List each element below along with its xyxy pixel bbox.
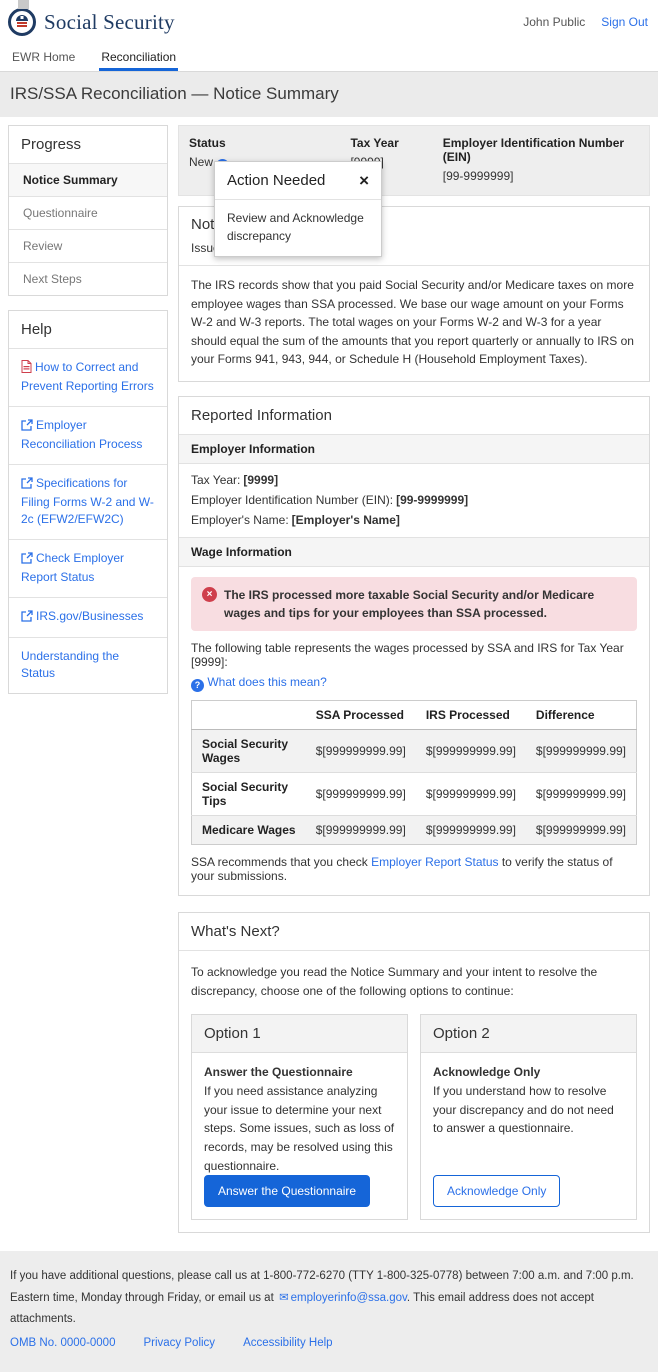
- answer-questionnaire-button[interactable]: Answer the Questionnaire: [204, 1175, 370, 1207]
- sidebar-item-next-steps[interactable]: Next Steps: [9, 262, 167, 295]
- popup-body: Review and Acknowledge discrepancy: [215, 200, 381, 256]
- footer-links: OMB No. 0000-0000 Privacy Policy Accessi…: [10, 1333, 648, 1354]
- col-irs-processed: IRS Processed: [416, 700, 526, 729]
- reported-heading: Reported Information: [179, 397, 649, 434]
- help-card: Help How to Correct and Prevent Reportin…: [8, 310, 168, 694]
- footer-contact-line: If you have additional questions, please…: [10, 1266, 648, 1329]
- help-link-correct-prevent[interactable]: How to Correct and Prevent Reporting Err…: [9, 348, 167, 406]
- whats-next-heading: What's Next?: [179, 913, 649, 951]
- main-column: Status New ? Tax Year [9999] Employer Id…: [178, 125, 650, 1233]
- employer-report-status-link[interactable]: Employer Report Status: [371, 855, 498, 869]
- wage-information-body: × The IRS processed more taxable Social …: [179, 567, 649, 895]
- ein-value: [99-9999999]: [443, 169, 639, 183]
- tax-year-label: Tax Year: [350, 136, 442, 150]
- status-label: Status: [189, 136, 350, 150]
- col-ssa-processed: SSA Processed: [306, 700, 416, 729]
- field-ein: Employer Identification Number (EIN):[99…: [191, 493, 637, 507]
- user-name: John Public: [523, 15, 585, 29]
- discrepancy-alert: × The IRS processed more taxable Social …: [191, 577, 637, 631]
- question-icon: ?: [191, 679, 204, 692]
- help-link-reconciliation-process[interactable]: Employer Reconciliation Process: [9, 406, 167, 464]
- option-1-card: Option 1 Answer the Questionnaire If you…: [191, 1014, 408, 1220]
- option-2-title: Option 2: [421, 1015, 636, 1053]
- ein-label: Employer Identification Number (EIN): [443, 136, 639, 164]
- reported-information-card: Reported Information Employer Informatio…: [178, 396, 650, 896]
- table-help-line: ? What does this mean?: [191, 675, 637, 692]
- privacy-policy-link[interactable]: Privacy Policy: [143, 1333, 215, 1354]
- option-2-text: If you understand how to resolve your di…: [433, 1082, 624, 1138]
- employer-information-subhead: Employer Information: [179, 434, 649, 464]
- app-title: Social Security: [44, 10, 175, 35]
- alert-text: The IRS processed more taxable Social Se…: [224, 586, 626, 622]
- sidebar: Progress Notice Summary Questionnaire Re…: [8, 125, 168, 694]
- option-1-title: Option 1: [192, 1015, 407, 1053]
- omb-number-link[interactable]: OMB No. 0000-0000: [10, 1333, 115, 1354]
- help-title: Help: [9, 311, 167, 348]
- page-title-bar: IRS/SSA Reconciliation — Notice Summary: [0, 72, 658, 117]
- option-2-subtitle: Acknowledge Only: [433, 1065, 624, 1079]
- option-1-subtitle: Answer the Questionnaire: [204, 1065, 395, 1079]
- email-link[interactable]: employerinfo@ssa.gov: [291, 1292, 407, 1304]
- option-1-body: Answer the Questionnaire If you need ass…: [192, 1053, 407, 1219]
- whats-next-intro: To acknowledge you read the Notice Summa…: [191, 963, 637, 1000]
- ssa-seal-icon: [8, 8, 36, 36]
- table-row: Social Security Wages $[999999999.99] $[…: [192, 729, 637, 772]
- pdf-icon: [21, 360, 32, 378]
- envelope-icon: ✉: [279, 1290, 289, 1304]
- popup-header: Action Needed ×: [215, 162, 381, 200]
- acknowledge-only-button[interactable]: Acknowledge Only: [433, 1175, 560, 1207]
- external-link-icon: [21, 477, 33, 494]
- whats-next-body: To acknowledge you read the Notice Summa…: [179, 951, 649, 1232]
- sidebar-item-notice-summary[interactable]: Notice Summary: [9, 163, 167, 196]
- close-icon[interactable]: ×: [359, 172, 369, 189]
- external-link-icon: [21, 552, 33, 569]
- col-difference: Difference: [526, 700, 637, 729]
- options-row: Option 1 Answer the Questionnaire If you…: [191, 1014, 637, 1220]
- option-2-card: Option 2 Acknowledge Only If you underst…: [420, 1014, 637, 1220]
- page-title: IRS/SSA Reconciliation — Notice Summary: [10, 84, 648, 104]
- popup-title: Action Needed: [227, 172, 325, 189]
- wages-table: SSA Processed IRS Processed Difference S…: [191, 700, 637, 845]
- brand: Social Security: [8, 8, 175, 36]
- table-row: Medicare Wages $[999999999.99] $[9999999…: [192, 815, 637, 844]
- option-2-body: Acknowledge Only If you understand how t…: [421, 1053, 636, 1219]
- table-row: Social Security Tips $[999999999.99] $[9…: [192, 772, 637, 815]
- ein-block: Employer Identification Number (EIN) [99…: [443, 136, 639, 183]
- sidebar-item-review[interactable]: Review: [9, 229, 167, 262]
- header-right: John Public Sign Out: [523, 15, 648, 29]
- recommendation-note: SSA recommends that you check Employer R…: [191, 855, 637, 883]
- action-needed-popup: Action Needed × Review and Acknowledge d…: [214, 161, 382, 257]
- field-tax-year: Tax Year:[9999]: [191, 473, 637, 487]
- tab-reconciliation[interactable]: Reconciliation: [99, 42, 178, 71]
- help-link-specifications[interactable]: Specifications for Filing Forms W-2 and …: [9, 464, 167, 539]
- progress-card: Progress Notice Summary Questionnaire Re…: [8, 125, 168, 296]
- wage-information-subhead: Wage Information: [179, 537, 649, 567]
- what-does-this-mean-link[interactable]: What does this mean?: [207, 675, 326, 689]
- content: Progress Notice Summary Questionnaire Re…: [0, 117, 658, 1241]
- primary-nav: EWR Home Reconciliation: [0, 42, 658, 72]
- employer-fields: Tax Year:[9999] Employer Identification …: [179, 464, 649, 537]
- notice-paragraph: The IRS records show that you paid Socia…: [179, 266, 649, 381]
- help-link-irs-gov[interactable]: IRS.gov/Businesses: [9, 597, 167, 637]
- help-link-check-report-status[interactable]: Check Employer Report Status: [9, 539, 167, 597]
- site-footer: If you have additional questions, please…: [0, 1251, 658, 1372]
- field-employer-name: Employer's Name:[Employer's Name]: [191, 513, 637, 527]
- table-intro: The following table represents the wages…: [191, 641, 637, 669]
- table-header-row: SSA Processed IRS Processed Difference: [192, 700, 637, 729]
- option-1-text: If you need assistance analyzing your is…: [204, 1082, 395, 1175]
- accessibility-help-link[interactable]: Accessibility Help: [243, 1333, 332, 1354]
- sign-out-link[interactable]: Sign Out: [601, 15, 648, 29]
- external-link-icon: [21, 419, 33, 436]
- error-icon: ×: [202, 587, 217, 602]
- progress-title: Progress: [9, 126, 167, 163]
- site-header: Social Security John Public Sign Out: [0, 0, 658, 42]
- whats-next-card: What's Next? To acknowledge you read the…: [178, 912, 650, 1233]
- sidebar-item-questionnaire[interactable]: Questionnaire: [9, 196, 167, 229]
- help-link-understanding-status[interactable]: Understanding the Status: [9, 637, 167, 693]
- browser-render-artifact: [18, 0, 29, 9]
- external-link-icon: [21, 610, 33, 627]
- tab-ewr-home[interactable]: EWR Home: [10, 42, 77, 71]
